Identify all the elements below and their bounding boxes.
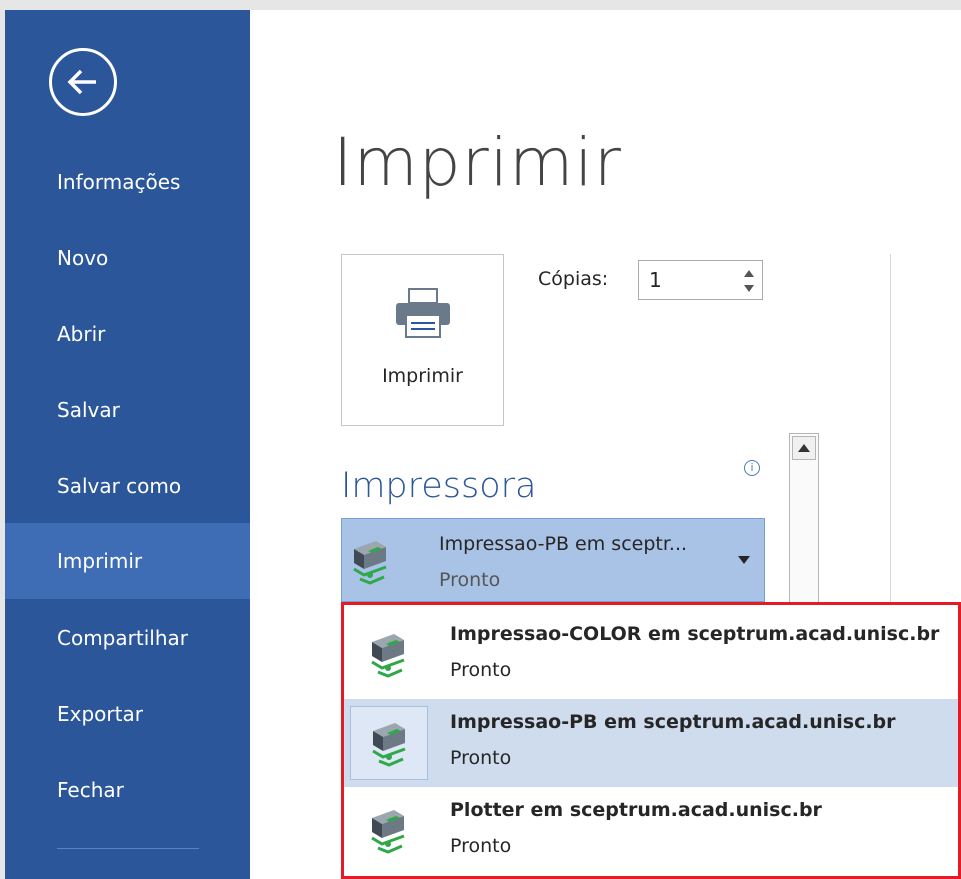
sidebar-item-fechar[interactable]: Fechar — [5, 752, 250, 828]
spin-down-button[interactable] — [742, 281, 756, 295]
scroll-up-button[interactable] — [792, 436, 816, 460]
printer-option-name: Impressao-PB em sceptrum.acad.unisc.br — [450, 711, 896, 733]
print-button[interactable]: Imprimir — [341, 254, 504, 426]
printer-option-color[interactable]: Impressao-COLOR em sceptrum.acad.unisc.b… — [344, 611, 958, 699]
sidebar-item-salvar[interactable]: Salvar — [5, 372, 250, 448]
chevron-down-icon[interactable] — [738, 556, 750, 566]
printer-option-name: Plotter em sceptrum.acad.unisc.br — [450, 799, 822, 821]
network-printer-icon — [371, 634, 405, 678]
printer-option-icon-box — [350, 706, 428, 780]
page-title: Imprimir — [333, 124, 622, 201]
sidebar-item-informacoes[interactable]: Informações — [5, 144, 250, 220]
column-divider — [890, 254, 891, 614]
printer-option-icon-box — [350, 618, 428, 692]
info-icon[interactable]: i — [744, 460, 760, 476]
sidebar-divider — [57, 848, 199, 849]
back-arrow-icon — [67, 69, 96, 95]
selected-printer-name: Impressao-PB em sceptr... — [439, 533, 688, 555]
sidebar-item-exportar[interactable]: Exportar — [5, 676, 250, 752]
printer-option-status: Pronto — [450, 659, 512, 681]
printer-option-plotter[interactable]: Plotter em sceptrum.acad.unisc.br Pronto — [344, 787, 958, 875]
network-printer-icon — [371, 810, 405, 854]
sidebar-item-compartilhar[interactable]: Compartilhar — [5, 600, 250, 676]
sidebar-item-imprimir[interactable]: Imprimir — [5, 523, 250, 599]
scroll-up-icon — [798, 444, 810, 452]
copies-label: Cópias: — [538, 268, 609, 290]
network-printer-icon — [353, 541, 387, 585]
printer-option-status: Pronto — [450, 835, 512, 857]
printer-icon — [396, 288, 450, 338]
backstage-view: Informações Novo Abrir Salvar Salvar com… — [5, 10, 961, 879]
spin-up-icon — [744, 269, 754, 277]
printer-dropdown-list: Impressao-COLOR em sceptrum.acad.unisc.b… — [341, 602, 961, 879]
printer-option-pb[interactable]: Impressao-PB em sceptrum.acad.unisc.br P… — [344, 699, 958, 787]
sidebar-item-salvar-como[interactable]: Salvar como — [5, 448, 250, 524]
print-button-label: Imprimir — [382, 365, 463, 387]
backstage-sidebar: Informações Novo Abrir Salvar Salvar com… — [5, 10, 250, 879]
printer-option-status: Pronto — [450, 747, 512, 769]
copies-value[interactable]: 1 — [649, 268, 662, 292]
copies-stepper[interactable]: 1 — [638, 260, 763, 300]
printer-option-name: Impressao-COLOR em sceptrum.acad.unisc.b… — [450, 623, 940, 645]
spin-up-button[interactable] — [742, 266, 756, 280]
scrollbar[interactable] — [789, 433, 819, 618]
selected-printer-status: Pronto — [439, 569, 501, 591]
back-button[interactable] — [49, 48, 117, 116]
sidebar-item-novo[interactable]: Novo — [5, 220, 250, 296]
printer-option-icon-box — [350, 794, 428, 868]
spin-down-icon — [744, 284, 754, 292]
printer-section-title: Impressora — [341, 466, 537, 506]
sidebar-item-abrir[interactable]: Abrir — [5, 296, 250, 372]
printer-dropdown[interactable]: Impressao-PB em sceptr... Pronto — [341, 518, 765, 602]
network-printer-icon — [372, 723, 406, 767]
